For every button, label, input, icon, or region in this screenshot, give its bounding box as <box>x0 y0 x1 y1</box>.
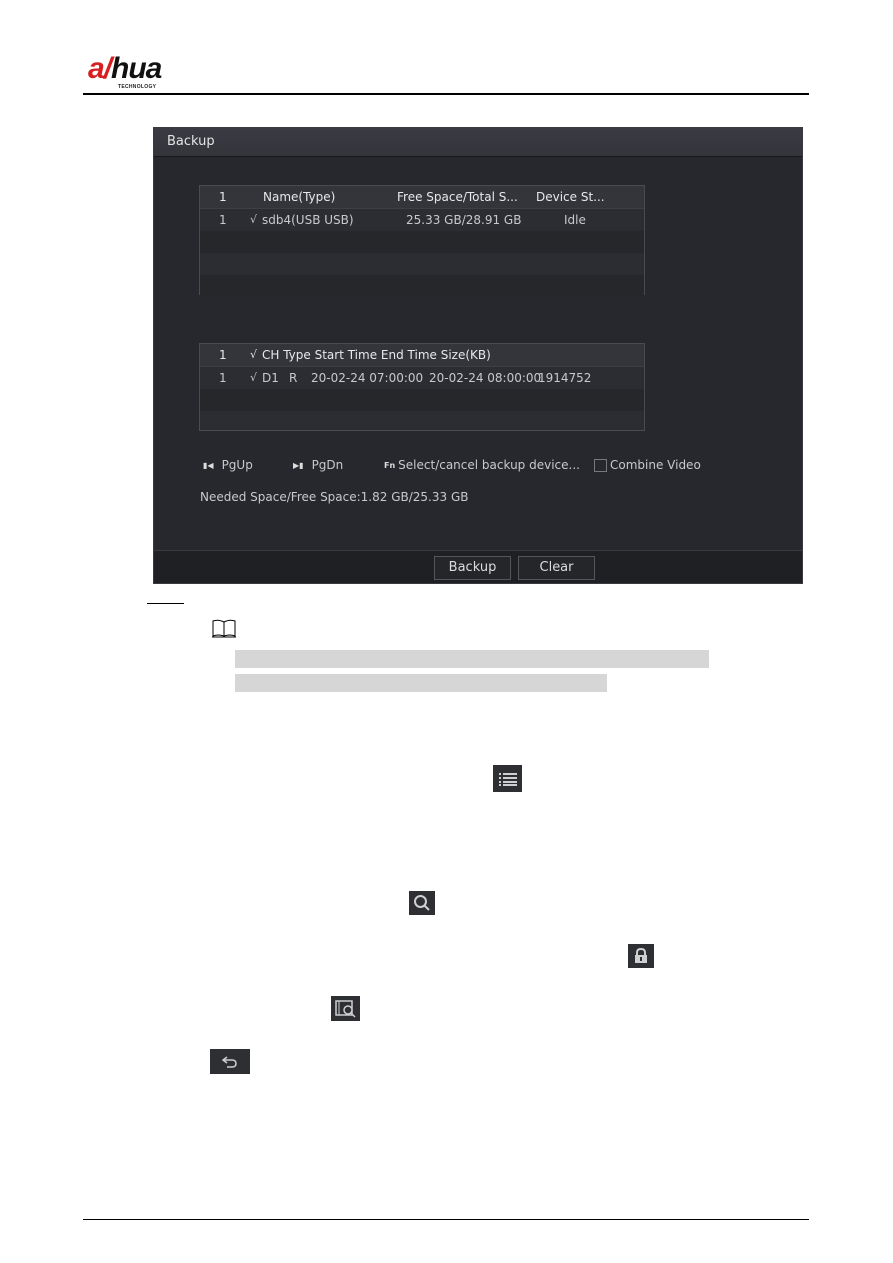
file-channel: D1 <box>262 371 279 385</box>
page-up-icon: ▮◀ <box>203 460 214 470</box>
clear-button[interactable]: Clear <box>518 556 595 580</box>
logo-subtitle: TECHNOLOGY <box>118 84 157 90</box>
footer-divider <box>83 1219 809 1220</box>
combine-video-label: Combine Video <box>610 458 701 472</box>
window-title: Backup <box>154 128 802 157</box>
combine-video-checkbox[interactable] <box>594 458 607 472</box>
pgup-button[interactable]: ▮◀ PgUp <box>203 458 253 472</box>
col-free-space[interactable]: Free Space/Total S... <box>397 186 518 208</box>
file-start-time: 20-02-24 07:00:00 <box>311 371 424 385</box>
col-index[interactable]: 1 <box>219 344 227 366</box>
row-index: 1 <box>219 213 227 227</box>
empty-row <box>200 411 644 433</box>
select-all-check-icon[interactable]: √ <box>250 344 257 366</box>
empty-row <box>200 231 644 253</box>
page-down-icon: ▶▮ <box>293 460 304 470</box>
logo-a: a <box>88 52 105 85</box>
device-space: 25.33 GB/28.91 GB <box>406 213 522 227</box>
file-type: R <box>289 371 298 385</box>
backup-button[interactable]: Backup <box>434 556 511 580</box>
col-name-type[interactable]: Name(Type) <box>263 186 335 208</box>
file-row[interactable]: 1 √ D1 R 20-02-24 07:00:00 20-02-24 08:0… <box>200 367 644 389</box>
back-icon <box>210 1049 250 1074</box>
step-marker <box>147 603 184 604</box>
select-device-label: Select/cancel backup device... <box>398 458 580 472</box>
logo-slash: / <box>103 52 112 85</box>
col-device-status[interactable]: Device St... <box>536 186 605 208</box>
window-footer: Backup Clear <box>154 550 802 583</box>
empty-row <box>200 253 644 275</box>
fn-key-icon: Fn <box>384 460 396 470</box>
smart-search-icon <box>331 996 360 1021</box>
note-book-icon <box>212 619 236 638</box>
needed-space-text: Needed Space/Free Space:1.82 GB/25.33 GB <box>200 490 469 504</box>
device-table: 1 Name(Type) Free Space/Total S... Devic… <box>199 185 645 297</box>
file-table: 1 √ CH Type Start Time End Time Size(KB)… <box>199 343 645 431</box>
col-index[interactable]: 1 <box>219 186 227 208</box>
row-index: 1 <box>219 371 227 385</box>
header-divider <box>83 93 809 95</box>
backup-window: Backup 1 Name(Type) Free Space/Total S..… <box>153 127 803 584</box>
file-size: 1914752 <box>538 371 592 385</box>
select-backup-device-button[interactable]: Fn Select/cancel backup device... <box>384 458 580 472</box>
device-status: Idle <box>564 213 586 227</box>
note-line-2 <box>235 674 607 692</box>
file-table-header: 1 √ CH Type Start Time End Time Size(KB) <box>200 344 644 367</box>
note-line-1 <box>235 650 709 668</box>
row-check-icon[interactable]: √ <box>250 209 257 231</box>
file-end-time: 20-02-24 08:00:00 <box>429 371 542 385</box>
empty-row <box>200 275 644 297</box>
pgdn-button[interactable]: ▶▮ PgDn <box>293 458 343 472</box>
search-icon <box>409 891 435 915</box>
lock-icon <box>628 944 654 968</box>
logo-hua: hua <box>111 52 162 85</box>
dahua-logo: a/hua TECHNOLOGY <box>88 52 198 92</box>
device-row[interactable]: 1 √ sdb4(USB USB) 25.33 GB/28.91 GB Idle <box>200 209 644 231</box>
pgdn-label: PgDn <box>311 458 344 472</box>
controls-bar: ▮◀ PgUp ▶▮ PgDn Fn Select/cancel backup … <box>201 458 761 478</box>
device-table-header: 1 Name(Type) Free Space/Total S... Devic… <box>200 186 644 209</box>
empty-row <box>200 389 644 411</box>
list-icon <box>493 765 522 792</box>
device-name: sdb4(USB USB) <box>262 213 354 227</box>
row-check-icon[interactable]: √ <box>250 367 257 389</box>
combine-video-option[interactable]: Combine Video <box>594 458 701 472</box>
pgup-label: PgUp <box>221 458 253 472</box>
file-columns-label: CH Type Start Time End Time Size(KB) <box>262 348 491 362</box>
